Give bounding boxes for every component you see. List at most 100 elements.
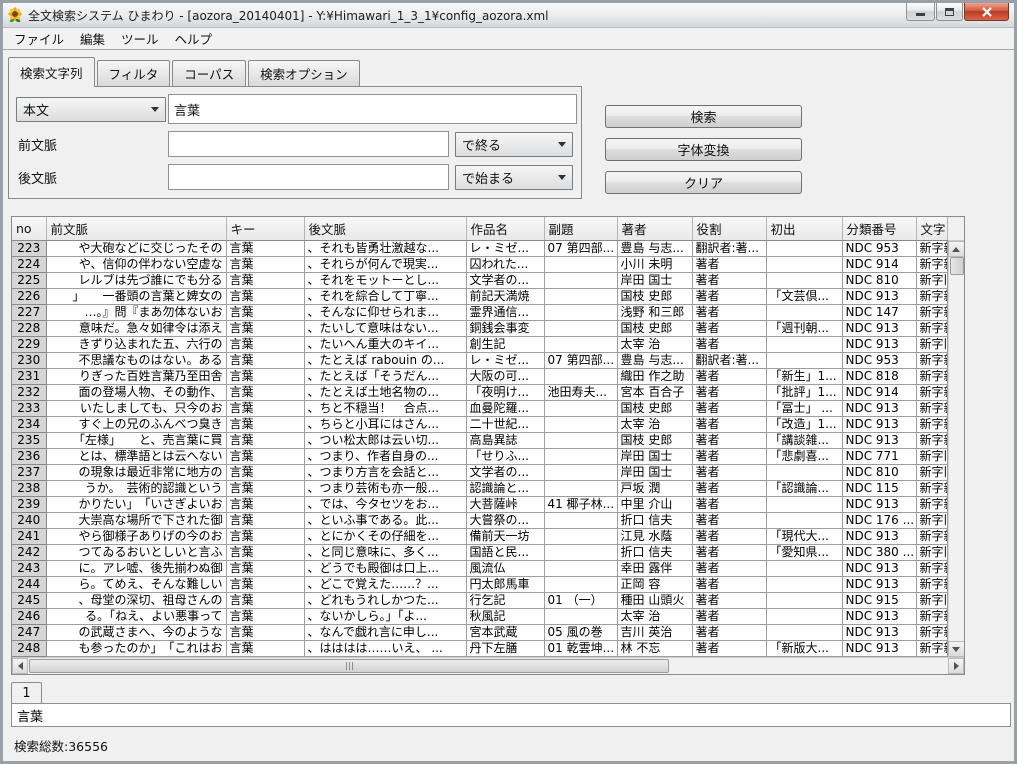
tab-filter[interactable]: フィルタ (97, 60, 171, 86)
search-query-input[interactable] (168, 94, 577, 124)
table-cell[interactable]: 新字旧 (916, 465, 947, 481)
table-cell[interactable]: も参ったのか」 「これはお (46, 641, 226, 657)
table-cell[interactable]: 新字新 (916, 241, 947, 257)
column-header-work-title[interactable]: 作品名 (466, 217, 544, 241)
table-cell[interactable]: 新字新 (916, 289, 947, 305)
table-cell[interactable]: 41 椰子林... (544, 497, 617, 513)
scroll-right-button[interactable] (948, 658, 964, 674)
row-number-cell[interactable]: 225 (12, 273, 46, 289)
row-number-cell[interactable]: 228 (12, 321, 46, 337)
table-cell[interactable]: つてゐるおいとしいと言ふ (46, 545, 226, 561)
table-cell[interactable]: 、と同じ意味に、多く... (304, 545, 466, 561)
table-cell[interactable]: 幸田 露伴 (617, 561, 692, 577)
table-cell[interactable] (766, 625, 842, 641)
table-cell[interactable]: 言葉 (226, 609, 304, 625)
table-cell[interactable]: 言葉 (226, 369, 304, 385)
table-cell[interactable] (766, 609, 842, 625)
table-cell[interactable]: 言葉 (226, 513, 304, 529)
table-row[interactable]: 226」 一番頭の言葉と婢女の言葉、それを綜合して丁寧...前記天満焼国枝 史郎… (12, 289, 947, 305)
table-cell[interactable]: やら御様子ありげの今のお (46, 529, 226, 545)
table-cell[interactable] (544, 545, 617, 561)
vertical-scroll-thumb[interactable] (950, 257, 964, 275)
table-cell[interactable]: 岸田 国士 (617, 465, 692, 481)
table-cell[interactable]: NDC 913 (842, 321, 916, 337)
horizontal-scroll-thumb[interactable] (29, 659, 669, 673)
table-cell[interactable] (766, 465, 842, 481)
table-cell[interactable]: NDC 913 (842, 401, 916, 417)
table-cell[interactable] (766, 513, 842, 529)
table-cell[interactable]: 言葉 (226, 529, 304, 545)
table-cell[interactable]: 言葉 (226, 561, 304, 577)
minimize-button[interactable] (906, 3, 935, 21)
table-row[interactable]: 231りぎった百姓言葉乃至田舎言葉、たとえば「そうだん...大阪の可...織田 … (12, 369, 947, 385)
table-cell[interactable] (766, 337, 842, 353)
table-cell[interactable]: 太宰 治 (617, 609, 692, 625)
table-cell[interactable]: 、たいへん重大のキイ... (304, 337, 466, 353)
table-cell[interactable]: レルブは先づ誰にでも分る (46, 273, 226, 289)
table-cell[interactable]: 「夜明け... (466, 385, 544, 401)
table-row[interactable]: 237の現象は最近非常に地方の言葉、つまり方言を会話と...文学者の...岸田 … (12, 465, 947, 481)
table-cell[interactable]: 大崇高な場所で下された御 (46, 513, 226, 529)
table-cell[interactable]: 「新版大... (766, 641, 842, 657)
table-cell[interactable]: 、どれもうれしかつた... (304, 593, 466, 609)
table-cell[interactable]: 池田寿夫... (544, 385, 617, 401)
table-cell[interactable]: 太宰 治 (617, 337, 692, 353)
row-number-cell[interactable]: 227 (12, 305, 46, 321)
table-row[interactable]: 233いたしましても、只今のお言葉、ちと不穏当！ 合点...血曼陀羅...国枝 … (12, 401, 947, 417)
table-cell[interactable]: 太宰 治 (617, 417, 692, 433)
vertical-scroll-track[interactable] (948, 257, 965, 641)
table-cell[interactable] (544, 369, 617, 385)
row-number-cell[interactable]: 245 (12, 593, 46, 609)
table-cell[interactable]: 言葉 (226, 449, 304, 465)
scroll-left-button[interactable] (12, 658, 28, 674)
tab-search-options[interactable]: 検索オプション (248, 60, 360, 86)
table-cell[interactable]: 01 乾雲坤... (544, 641, 617, 657)
table-cell[interactable] (766, 577, 842, 593)
table-cell[interactable]: 、どうでも殿御は口上... (304, 561, 466, 577)
row-number-cell[interactable]: 242 (12, 545, 46, 561)
table-cell[interactable]: レ・ミゼ... (466, 353, 544, 369)
table-cell[interactable]: 備前天一坊 (466, 529, 544, 545)
table-row[interactable]: 224や、信仰の伴わない空虚な言葉、それらが何んで現実...囚われた...小川 … (12, 257, 947, 273)
row-number-cell[interactable]: 237 (12, 465, 46, 481)
search-target-select[interactable]: 本文 (16, 97, 166, 122)
table-cell[interactable]: NDC 176 ... (842, 513, 916, 529)
table-cell[interactable]: 言葉 (226, 545, 304, 561)
table-cell[interactable]: 、たとえば rabouin の... (304, 353, 466, 369)
table-row[interactable]: 246る。「ねえ、よい悪事って言葉、ないかしら。」「よ...秋風記太宰 治著者N… (12, 609, 947, 625)
table-cell[interactable]: 新字新 (916, 353, 947, 369)
table-cell[interactable]: や、信仰の伴わない空虚な (46, 257, 226, 273)
menu-item-edit[interactable]: 編集 (72, 27, 113, 50)
column-header-key[interactable]: キー (226, 217, 304, 241)
table-cell[interactable]: NDC 380 ... (842, 545, 916, 561)
row-number-cell[interactable]: 236 (12, 449, 46, 465)
table-cell[interactable]: NDC 953 (842, 241, 916, 257)
table-cell[interactable] (544, 337, 617, 353)
clear-button[interactable]: クリア (605, 171, 802, 194)
table-cell[interactable]: 豊島 与志... (617, 241, 692, 257)
table-cell[interactable]: NDC 913 (842, 497, 916, 513)
table-cell[interactable]: 折口 信夫 (617, 545, 692, 561)
table-cell[interactable]: 、ちらと小耳にはさん... (304, 417, 466, 433)
tab-corpus[interactable]: コーパス (172, 60, 246, 86)
table-cell[interactable]: 01 （一） (544, 593, 617, 609)
key-preview-field[interactable]: 言葉 (11, 703, 1011, 727)
table-cell[interactable]: 著者 (692, 545, 766, 561)
row-number-cell[interactable]: 234 (12, 417, 46, 433)
table-cell[interactable]: 、つまり、作者自身の... (304, 449, 466, 465)
horizontal-scrollbar[interactable] (12, 657, 964, 674)
table-cell[interactable]: 新字旧 (916, 593, 947, 609)
table-cell[interactable]: 銅銭会事変 (466, 321, 544, 337)
table-cell[interactable]: 著者 (692, 497, 766, 513)
table-cell[interactable]: 新字新 (916, 321, 947, 337)
table-cell[interactable] (544, 289, 617, 305)
table-cell[interactable]: きずり込まれた五、六行の (46, 337, 226, 353)
table-cell[interactable] (544, 609, 617, 625)
close-button[interactable] (964, 3, 1009, 21)
table-cell[interactable]: 、たとえば「そうだん... (304, 369, 466, 385)
table-cell[interactable]: 、なんで戯れ言に申し... (304, 625, 466, 641)
table-cell[interactable]: NDC 115 (842, 481, 916, 497)
table-cell[interactable]: 大阪の可... (466, 369, 544, 385)
table-cell[interactable]: 、それを綜合して丁寧... (304, 289, 466, 305)
row-number-cell[interactable]: 238 (12, 481, 46, 497)
